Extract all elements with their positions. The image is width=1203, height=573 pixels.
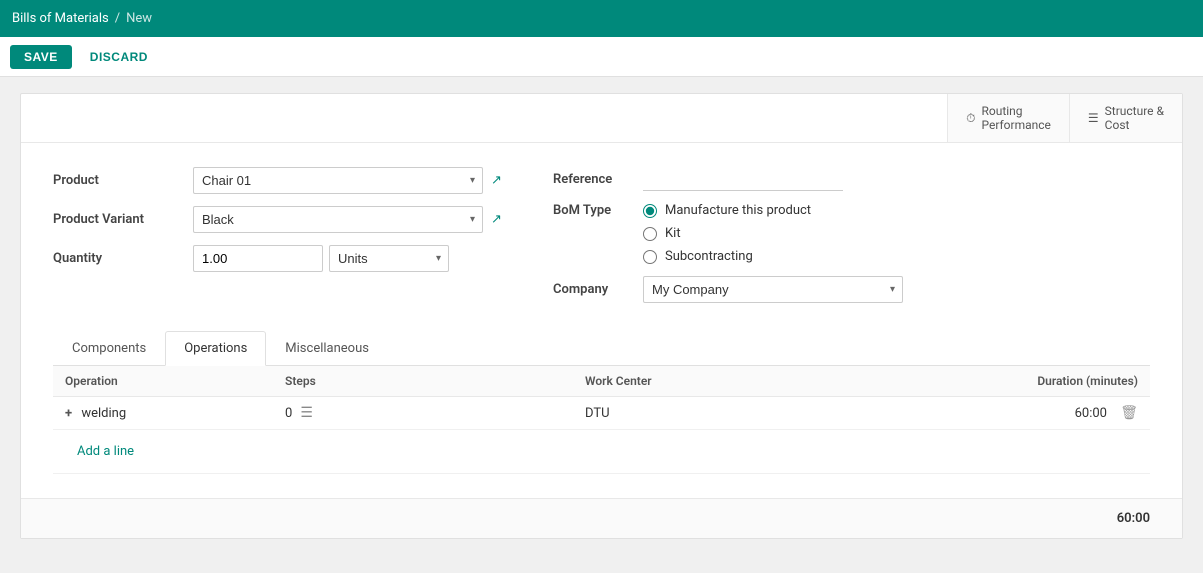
cell-workcenter: DTU — [573, 397, 853, 430]
variant-external-link[interactable]: ↗ — [491, 212, 502, 227]
plus-icon: + — [65, 406, 72, 421]
radio-kit-label: Kit — [665, 226, 681, 241]
product-variant-row: Product Variant Black ▾ ↗ — [53, 206, 533, 233]
company-row: Company My Company ▾ — [553, 276, 1150, 303]
unit-select[interactable]: Units — [329, 245, 449, 272]
quantity-row: Quantity Units ▾ — [53, 245, 533, 272]
steps-list-icon[interactable]: ☰ — [300, 405, 313, 421]
steps-count: 0 — [285, 406, 292, 421]
routing-performance-button[interactable]: ⏱ RoutingPerformance — [947, 94, 1069, 142]
bom-type-radio-group: Manufacture this product Kit Subcontract… — [643, 203, 811, 264]
tabs: Components Operations Miscellaneous — [53, 331, 1150, 366]
radio-subcontracting-input[interactable] — [643, 250, 657, 264]
operations-table: Operation Steps Work Center Duration (mi… — [53, 366, 1150, 474]
breadcrumb-parent[interactable]: Bills of Materials — [12, 11, 109, 26]
steps-field: 0 ☰ — [285, 405, 561, 421]
company-select[interactable]: My Company — [643, 276, 903, 303]
structure-cost-label: Structure &Cost — [1105, 104, 1164, 132]
col-header-operation: Operation — [53, 366, 273, 397]
reference-row: Reference — [553, 167, 1150, 191]
operation-value: welding — [81, 406, 126, 421]
quantity-input[interactable] — [193, 245, 323, 272]
cell-steps: 0 ☰ — [273, 397, 573, 430]
workcenter-value: DTU — [585, 406, 610, 421]
structure-cost-button[interactable]: ☰ Structure &Cost — [1069, 94, 1182, 142]
radio-manufacture[interactable]: Manufacture this product — [643, 203, 811, 218]
unit-select-wrapper: Units ▾ — [329, 245, 449, 272]
breadcrumb-separator: / — [115, 11, 120, 26]
add-line-row: Add a line — [53, 430, 1150, 474]
right-column: Reference BoM Type Manufacture this prod… — [533, 167, 1150, 315]
radio-kit-input[interactable] — [643, 227, 657, 241]
cell-duration: 60:00 🗑 — [853, 397, 1150, 430]
col-header-duration: Duration (minutes) — [853, 366, 1150, 397]
product-row: Product Chair 01 ▾ ↗ — [53, 167, 533, 194]
col-header-steps: Steps — [273, 366, 573, 397]
product-label: Product — [53, 173, 193, 188]
clock-icon: ⏱ — [966, 111, 975, 126]
radio-manufacture-label: Manufacture this product — [665, 203, 811, 218]
tab-operations[interactable]: Operations — [165, 331, 266, 366]
form-body: Product Chair 01 ▾ ↗ — [21, 143, 1182, 498]
save-button[interactable]: SAVE — [10, 45, 72, 69]
form-card: ⏱ RoutingPerformance ☰ Structure &Cost P… — [20, 93, 1183, 539]
product-variant-select-wrapper: Black ▾ — [193, 206, 483, 233]
top-bar: Bills of Materials / New — [0, 0, 1203, 37]
col-header-workcenter: Work Center — [573, 366, 853, 397]
discard-button[interactable]: DISCARD — [80, 45, 158, 69]
radio-subcontracting[interactable]: Subcontracting — [643, 249, 811, 264]
company-select-wrapper: My Company ▾ — [643, 276, 903, 303]
product-select-wrapper: Chair 01 ▾ — [193, 167, 483, 194]
quantity-field: Units ▾ — [193, 245, 449, 272]
radio-subcontracting-label: Subcontracting — [665, 249, 753, 264]
reference-input[interactable] — [643, 167, 843, 191]
cell-operation: + welding — [53, 397, 273, 430]
add-line-button[interactable]: Add a line — [65, 438, 146, 465]
product-variant-label: Product Variant — [53, 212, 193, 227]
delete-icon[interactable]: 🗑 — [1120, 405, 1138, 421]
tab-components[interactable]: Components — [53, 331, 165, 365]
tab-miscellaneous[interactable]: Miscellaneous — [266, 331, 388, 365]
product-variant-field: Black ▾ ↗ — [193, 206, 502, 233]
product-variant-select[interactable]: Black — [193, 206, 483, 233]
two-col-layout: Product Chair 01 ▾ ↗ — [53, 167, 1150, 315]
breadcrumb-current: New — [126, 11, 152, 26]
radio-manufacture-input[interactable] — [643, 204, 657, 218]
radio-kit[interactable]: Kit — [643, 226, 811, 241]
form-footer: 60:00 — [21, 498, 1182, 538]
bom-type-row: BoM Type Manufacture this product Kit — [553, 203, 1150, 264]
product-external-link[interactable]: ↗ — [491, 173, 502, 188]
product-select[interactable]: Chair 01 — [193, 167, 483, 194]
form-card-header: ⏱ RoutingPerformance ☰ Structure &Cost — [21, 94, 1182, 143]
left-column: Product Chair 01 ▾ ↗ — [53, 167, 533, 315]
table-body: + welding 0 ☰ DTU — [53, 397, 1150, 474]
quantity-label: Quantity — [53, 251, 193, 266]
table-row: + welding 0 ☰ DTU — [53, 397, 1150, 430]
lines-icon: ☰ — [1088, 111, 1099, 125]
footer-total: 60:00 — [1117, 511, 1150, 526]
bom-type-label: BoM Type — [553, 203, 643, 218]
main-content: ⏱ RoutingPerformance ☰ Structure &Cost P… — [0, 77, 1203, 555]
action-bar: SAVE DISCARD — [0, 37, 1203, 77]
duration-value: 60:00 — [1075, 406, 1107, 421]
breadcrumb: Bills of Materials / New — [12, 11, 152, 26]
routing-performance-label: RoutingPerformance — [981, 104, 1050, 132]
table-header-row: Operation Steps Work Center Duration (mi… — [53, 366, 1150, 397]
product-field: Chair 01 ▾ ↗ — [193, 167, 502, 194]
reference-label: Reference — [553, 172, 643, 187]
table-header: Operation Steps Work Center Duration (mi… — [53, 366, 1150, 397]
add-line-cell: Add a line — [53, 430, 1150, 474]
company-label: Company — [553, 282, 643, 297]
